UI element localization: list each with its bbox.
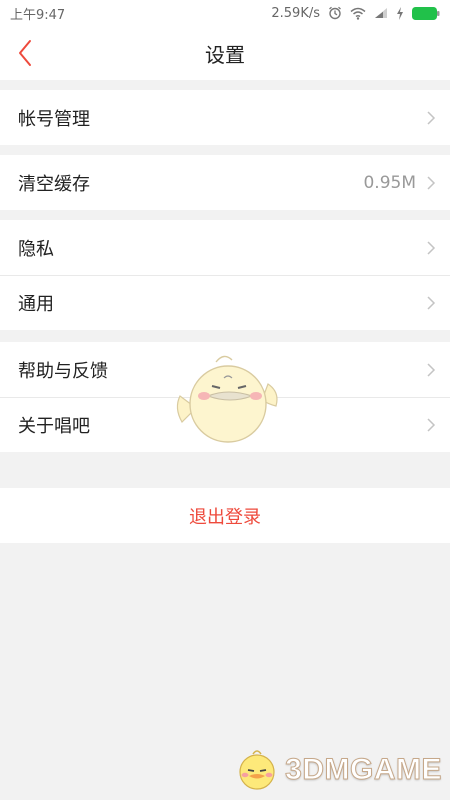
logout-button[interactable]: 退出登录 — [0, 488, 450, 543]
row-clear-cache[interactable]: 清空缓存 0.95M — [0, 155, 450, 210]
wifi-icon — [350, 7, 366, 20]
settings-group-privacy-general: 隐私 通用 — [0, 220, 450, 330]
watermark-chick-icon — [239, 750, 275, 790]
settings-group-account: 帐号管理 — [0, 90, 450, 145]
status-bar: 上午9:47 2.59K/s — [0, 0, 450, 26]
chevron-right-icon — [426, 295, 436, 311]
chevron-right-icon — [426, 175, 436, 191]
charging-icon — [396, 6, 404, 20]
row-privacy[interactable]: 隐私 — [0, 220, 450, 275]
watermark-text: 3DMGAME — [285, 753, 442, 787]
mascot-chick-icon — [176, 355, 278, 443]
row-account-management[interactable]: 帐号管理 — [0, 90, 450, 145]
chevron-right-icon — [426, 362, 436, 378]
row-label: 帐号管理 — [18, 108, 90, 130]
row-general[interactable]: 通用 — [0, 275, 450, 330]
status-right: 2.59K/s — [271, 6, 440, 21]
signal-icon — [374, 7, 388, 19]
chevron-right-icon — [426, 417, 436, 433]
row-label: 隐私 — [18, 238, 54, 260]
alarm-icon — [328, 6, 342, 20]
chevron-right-icon — [426, 240, 436, 256]
battery-icon — [412, 6, 440, 20]
row-label: 通用 — [18, 293, 54, 315]
cache-size-value: 0.95M — [363, 172, 416, 193]
network-speed: 2.59K/s — [271, 5, 320, 21]
page-title: 设置 — [205, 42, 245, 67]
row-label: 清空缓存 — [18, 173, 90, 195]
navbar: 设置 — [0, 26, 450, 80]
status-time: 上午9:47 — [10, 7, 66, 23]
watermark: 3DMGAME — [235, 748, 442, 792]
settings-group-cache: 清空缓存 0.95M — [0, 155, 450, 210]
chevron-right-icon — [426, 110, 436, 126]
